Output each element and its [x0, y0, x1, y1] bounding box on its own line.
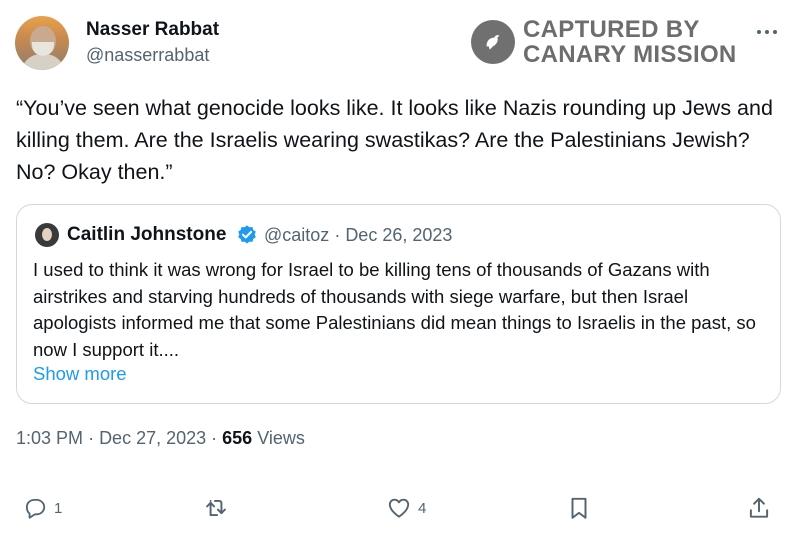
retweet-icon — [206, 499, 226, 517]
views-count: 656 — [222, 428, 253, 448]
show-more-link[interactable]: Show more — [33, 363, 127, 385]
watermark-line1: CAPTURED BY — [523, 16, 700, 43]
bookmark-button[interactable] — [566, 490, 592, 526]
canary-bird-icon — [471, 20, 515, 64]
share-icon — [749, 497, 769, 518]
watermark-line2: CANARY MISSION — [523, 41, 737, 68]
share-button[interactable] — [746, 490, 772, 526]
tweet-date[interactable]: Dec 27, 2023 — [99, 428, 206, 448]
like-count: 4 — [418, 499, 427, 517]
tweet-time[interactable]: 1:03 PM — [16, 428, 83, 448]
more-icon[interactable] — [752, 22, 782, 42]
quote-text: I used to think it was wrong for Israel … — [33, 259, 756, 360]
reply-button[interactable]: 1 — [22, 490, 62, 526]
views-label: Views — [257, 428, 305, 448]
verified-icon — [238, 225, 256, 244]
author-name[interactable]: Nasser Rabbat — [86, 19, 219, 41]
author-avatar[interactable] — [15, 16, 69, 70]
timestamp-separator: · — [88, 428, 100, 448]
action-bar: 1 4 — [0, 490, 800, 526]
canary-mission-watermark: CAPTURED BY CANARY MISSION — [471, 16, 737, 68]
bookmark-icon — [571, 497, 587, 519]
quoted-tweet[interactable]: Caitlin Johnstone @caitoz · Dec 26, 2023… — [16, 204, 781, 404]
quote-author-name[interactable]: Caitlin Johnstone — [67, 224, 226, 246]
like-button[interactable]: 4 — [386, 490, 426, 526]
retweet-button[interactable] — [203, 490, 229, 526]
quote-meta: @caitoz · Dec 26, 2023 — [264, 225, 452, 246]
quote-avatar[interactable] — [35, 223, 59, 247]
reply-count: 1 — [54, 499, 63, 517]
reply-icon — [25, 498, 46, 519]
tweet-timestamp: 1:03 PM · Dec 27, 2023 · 656 Views — [16, 428, 305, 449]
author-handle[interactable]: @nasserrabbat — [86, 45, 209, 66]
tweet-text: “You’ve seen what genocide looks like. I… — [16, 96, 773, 184]
quote-date[interactable]: Dec 26, 2023 — [345, 225, 452, 245]
timestamp-separator: · — [211, 428, 223, 448]
quote-separator: · — [334, 225, 346, 245]
quote-handle[interactable]: @caitoz — [264, 225, 329, 245]
heart-icon — [388, 498, 410, 518]
